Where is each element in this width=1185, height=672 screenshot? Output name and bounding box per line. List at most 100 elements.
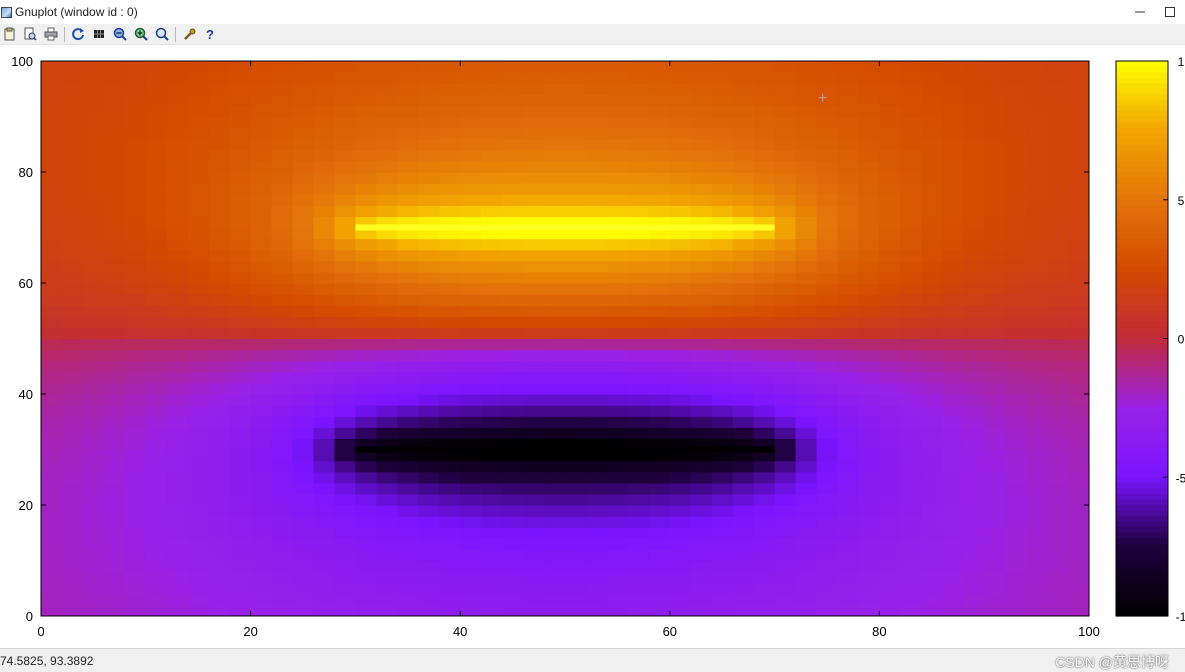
heatmap-cell (145, 172, 168, 184)
heatmap-chart[interactable]: 0 20 40 60 80 100020406080100 150-5-1 (0, 46, 1185, 648)
heatmap-cell (669, 105, 692, 118)
heatmap-cell (208, 438, 231, 451)
colorbar-segment (1116, 471, 1168, 478)
heatmap-cell (397, 338, 419, 351)
heatmap-cell (921, 72, 943, 84)
heatmap-cell (439, 305, 461, 317)
heatmap-cell (1068, 571, 1089, 584)
maximize-button[interactable] (1155, 0, 1185, 24)
colorbar-segment (1116, 138, 1168, 145)
heatmap-cell (481, 460, 503, 473)
heatmap-cell (145, 61, 168, 73)
heatmap-cell (41, 216, 63, 229)
zoom-previous-button[interactable] (111, 25, 129, 43)
heatmap-cell (61, 160, 84, 173)
heatmap-cell (166, 382, 189, 395)
unzoom-button[interactable] (153, 25, 171, 43)
heatmap-cell (984, 205, 1006, 217)
help-button[interactable]: ? (201, 25, 219, 43)
heatmap-cell (544, 460, 566, 473)
heatmap-cell (418, 360, 440, 373)
heatmap-cell (376, 316, 398, 328)
replot-button[interactable] (69, 25, 87, 43)
heatmap-cell (984, 516, 1006, 528)
heatmap-cell (1047, 127, 1069, 140)
heatmap-cell (669, 482, 692, 495)
print-button[interactable] (42, 25, 60, 43)
title-bar[interactable]: Gnuplot (window id : 0) (0, 0, 1185, 24)
heatmap-cell (1047, 72, 1069, 84)
heatmap-cell (1026, 371, 1048, 384)
heatmap-cell (61, 271, 84, 284)
heatmap-cell (565, 416, 587, 428)
heatmap-cell (271, 604, 294, 616)
heatmap-cell (502, 571, 524, 584)
heatmap-cell (585, 382, 608, 395)
options-button[interactable] (180, 25, 198, 43)
heatmap-cell (627, 516, 650, 528)
heatmap-cell (271, 349, 294, 362)
heatmap-cell (984, 294, 1006, 306)
heatmap-cell (984, 138, 1006, 151)
heatmap-cell (753, 249, 776, 262)
heatmap-cell (41, 61, 63, 73)
heatmap-cell (376, 94, 398, 106)
heatmap-cell (292, 382, 315, 395)
heatmap-cell (250, 94, 273, 106)
heatmap-cell (606, 405, 629, 417)
heatmap-cell (124, 394, 147, 406)
y-tick-label: 80 (19, 165, 33, 180)
grid-button[interactable] (90, 25, 108, 43)
heatmap-cell (753, 94, 776, 106)
plot-area[interactable]: 0 20 40 60 80 100 0 20 40 60 80 100 1 5 0 -5 -1 (0, 46, 1185, 648)
heatmap-cell (271, 460, 294, 473)
heatmap-cell (229, 183, 252, 195)
heatmap-cell (1047, 338, 1069, 351)
heatmap-cell (963, 149, 985, 162)
heatmap-cell (502, 194, 524, 206)
print-preview-button[interactable] (21, 25, 39, 43)
heatmap-cell (774, 593, 797, 606)
heatmap-cell (544, 138, 566, 151)
heatmap-cell (292, 338, 315, 351)
heatmap-cell (921, 460, 943, 473)
zoom-next-button[interactable] (132, 25, 150, 43)
heatmap-cell (858, 427, 880, 439)
heatmap-cell (41, 338, 63, 351)
heatmap-cell (313, 604, 336, 616)
heatmap-cell (61, 249, 84, 262)
heatmap-cell (942, 327, 964, 340)
heatmap-cell (523, 127, 545, 140)
heatmap-cell (1026, 294, 1048, 306)
heatmap-cell (397, 382, 419, 395)
heatmap-cell (774, 382, 797, 395)
heatmap-cell (61, 549, 84, 562)
heatmap-cell (1005, 438, 1027, 451)
heatmap-cell (103, 149, 126, 162)
heatmap-cell (124, 527, 147, 539)
heatmap-cell (334, 194, 356, 206)
heatmap-cell (271, 294, 294, 306)
heatmap-cell (753, 138, 776, 151)
copy-to-clipboard-button[interactable] (0, 25, 18, 43)
heatmap-cell (271, 205, 294, 217)
heatmap-cell (523, 427, 545, 439)
heatmap-cell (690, 194, 713, 206)
minimize-button[interactable] (1125, 0, 1155, 24)
heatmap-cell (481, 582, 503, 595)
heatmap-cell (208, 149, 231, 162)
heatmap-cell (879, 349, 901, 362)
heatmap-cell (271, 360, 294, 373)
status-bar: 74.5825, 93.3892 CSDN @黄思博呀 (0, 648, 1185, 672)
heatmap-cell (984, 449, 1006, 462)
heatmap-cell (1047, 394, 1069, 406)
heatmap-cell (774, 260, 797, 273)
heatmap-cell (397, 549, 419, 562)
heatmap-cell (565, 305, 587, 317)
heatmap-cell (313, 460, 336, 473)
colorbar-segment (1116, 116, 1168, 123)
heatmap-cell (1068, 238, 1089, 251)
heatmap-cell (585, 94, 608, 106)
colorbar-segment (1116, 543, 1168, 550)
heatmap-cell (292, 493, 315, 506)
